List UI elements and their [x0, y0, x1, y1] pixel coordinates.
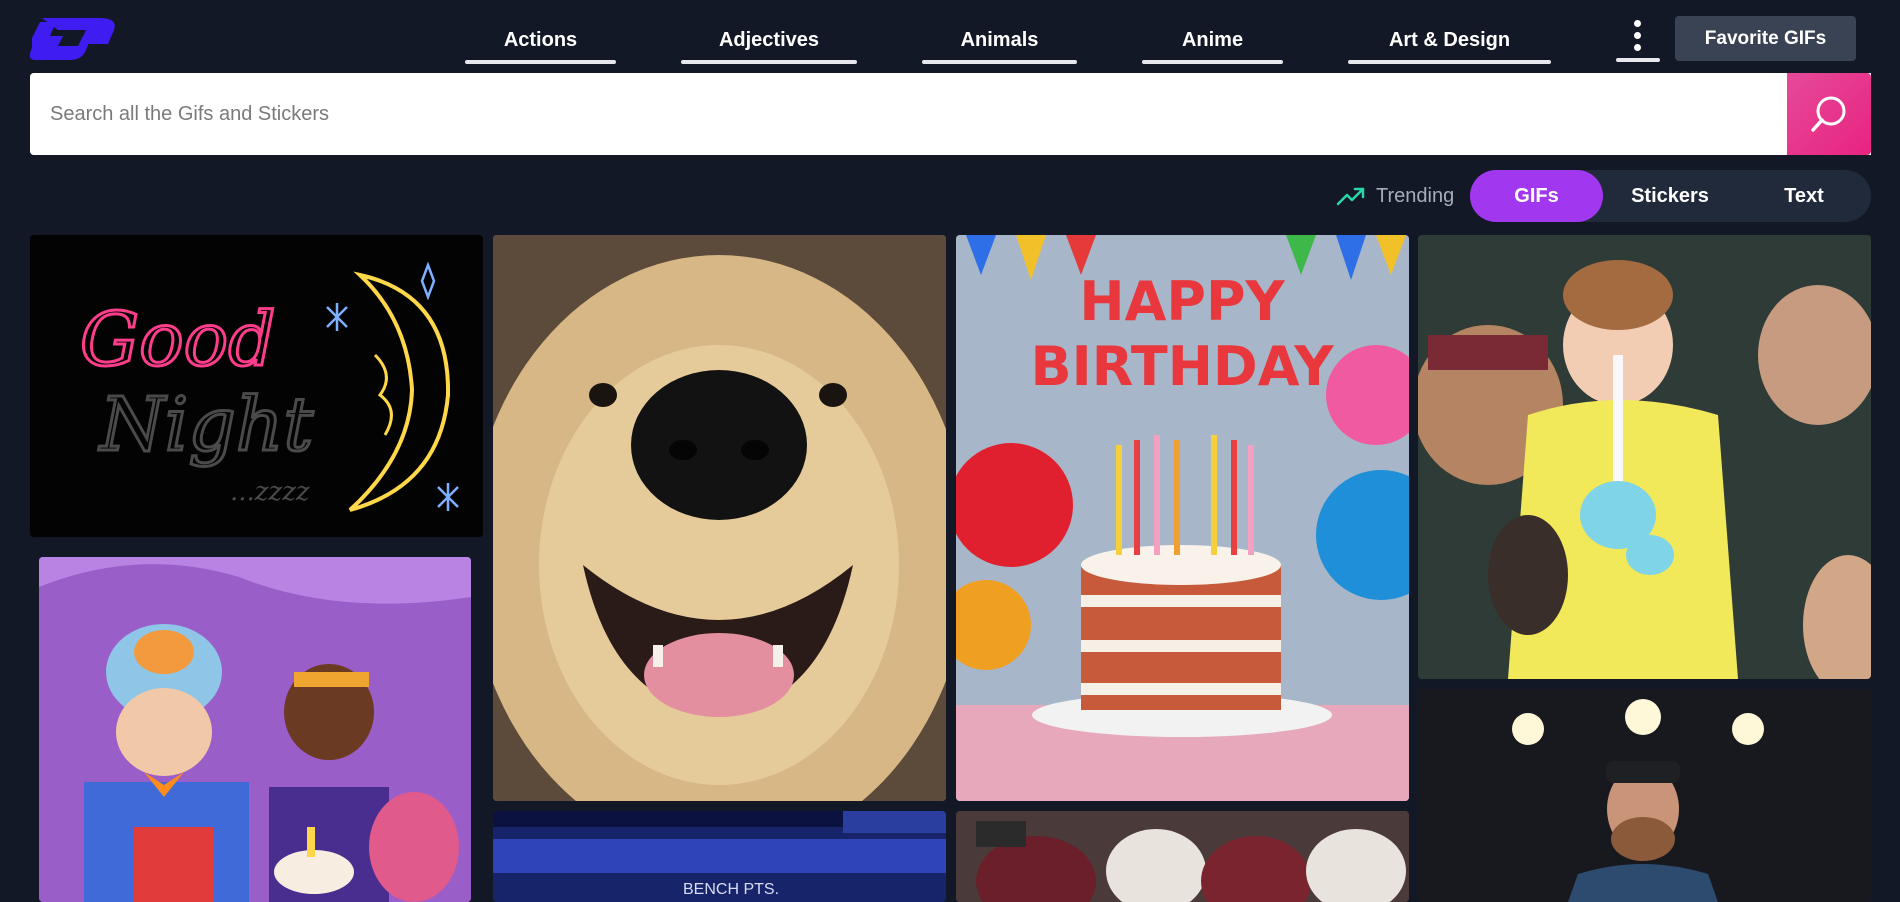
gif-stadium-man[interactable] — [1418, 689, 1871, 902]
birthday-text: BIRTHDAY — [1031, 335, 1335, 398]
tab-gifs[interactable]: GIFs — [1470, 170, 1603, 222]
gif-happy-birthday[interactable]: HAPPY BIRTHDAY — [956, 235, 1409, 801]
search-button[interactable] — [1787, 73, 1871, 155]
nav-item-label: Animals — [960, 28, 1039, 51]
bench-text: BENCH PTS. — [683, 881, 779, 898]
tab-label: Text — [1784, 184, 1824, 207]
college-baseball-image — [956, 811, 1409, 902]
nav-item-label: Anime — [1181, 28, 1244, 51]
gif-baseball-stadium[interactable]: BENCH PTS. — [493, 811, 946, 902]
good-night-image: Good Night ...zzzz — [30, 235, 483, 537]
nav-item-adjectives[interactable]: Adjectives — [681, 18, 857, 64]
nav-item-art-design[interactable]: Art & Design — [1348, 18, 1551, 64]
nav-item-anime[interactable]: Anime — [1142, 18, 1283, 64]
search-bar — [30, 73, 1871, 155]
good-text: Good — [80, 297, 276, 383]
gif-golden-retriever[interactable] — [493, 235, 946, 801]
search-input[interactable] — [30, 73, 1787, 155]
nav-item-label: Art & Design — [1388, 28, 1511, 51]
tab-stickers[interactable]: Stickers — [1603, 170, 1737, 222]
blippi-image — [39, 557, 471, 902]
nav-item-label: Adjectives — [718, 28, 820, 51]
gif-girl-cotton-candy[interactable] — [1418, 235, 1871, 679]
night-text: Night — [98, 382, 313, 468]
gif-good-night[interactable]: Good Night ...zzzz — [30, 235, 483, 537]
tab-label: Stickers — [1631, 184, 1709, 207]
birthday-image: HAPPY BIRTHDAY — [956, 235, 1409, 801]
kebab-menu-icon[interactable] — [1616, 18, 1660, 62]
stadium-man-image — [1418, 689, 1871, 902]
trending-up-icon — [1336, 187, 1365, 206]
dog-image — [493, 235, 946, 801]
zzzz-text: ...zzzz — [230, 477, 310, 507]
favorite-gifs-label: Favorite GIFs — [1704, 27, 1827, 49]
tab-label: GIFs — [1514, 184, 1559, 207]
gif-blippi[interactable] — [39, 557, 471, 902]
tab-text[interactable]: Text — [1737, 170, 1871, 222]
gif-college-baseball[interactable] — [956, 811, 1409, 902]
stadium-image: BENCH PTS. — [493, 811, 946, 902]
trending-label: Trending — [1376, 184, 1455, 207]
search-icon — [1811, 96, 1846, 132]
girl-cotton-candy-image — [1418, 235, 1871, 679]
nav-item-actions[interactable]: Actions — [465, 18, 616, 64]
content-type-tabs: GIFs Stickers Text — [1470, 170, 1871, 222]
happy-text: HAPPY — [1079, 270, 1285, 333]
trending-link[interactable]: Trending — [1336, 178, 1454, 214]
nav-item-label: Actions — [503, 28, 578, 51]
nav-item-animals[interactable]: Animals — [922, 18, 1077, 64]
site-logo[interactable] — [28, 14, 120, 64]
favorite-gifs-button[interactable]: Favorite GIFs — [1675, 16, 1856, 61]
